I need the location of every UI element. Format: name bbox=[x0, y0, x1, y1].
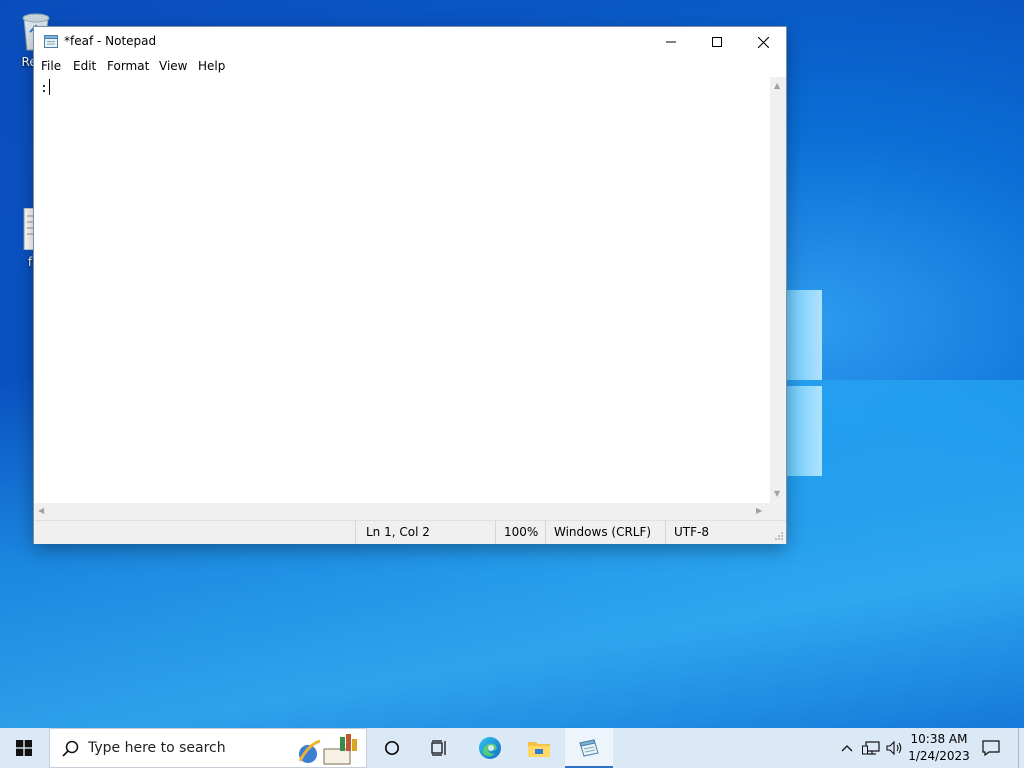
horizontal-scrollbar[interactable]: ◀ ▶ bbox=[34, 503, 770, 520]
show-hidden-icons-button[interactable] bbox=[838, 728, 856, 768]
chevron-up-icon bbox=[841, 745, 853, 752]
edge-browser-icon bbox=[479, 737, 501, 759]
text-editor[interactable]: : bbox=[34, 77, 770, 503]
notepad-app-icon bbox=[44, 35, 58, 48]
vertical-scrollbar[interactable]: ▲ ▼ bbox=[770, 77, 786, 503]
clock-time: 10:38 AM bbox=[910, 732, 968, 746]
windows-wallpaper-logo bbox=[780, 290, 824, 480]
speaker-icon bbox=[886, 740, 902, 756]
show-desktop-button[interactable] bbox=[1018, 728, 1024, 768]
close-button[interactable] bbox=[740, 27, 786, 57]
cortana-circle-icon bbox=[384, 740, 400, 756]
edge-button[interactable] bbox=[468, 728, 512, 768]
minimize-button[interactable] bbox=[648, 27, 694, 57]
menu-edit[interactable]: Edit bbox=[73, 59, 96, 73]
task-view-button[interactable] bbox=[370, 728, 414, 768]
menu-bar: File Edit Format View Help bbox=[34, 57, 786, 77]
task-view-icon bbox=[431, 740, 446, 756]
status-line-ending: Windows (CRLF) bbox=[545, 521, 666, 544]
text-caret bbox=[48, 79, 50, 95]
taskbar: Type here to search 10:38 AM 1/24/2023 bbox=[0, 728, 1024, 768]
close-icon bbox=[757, 36, 769, 48]
network-icon bbox=[862, 741, 880, 755]
maximize-icon bbox=[712, 37, 722, 47]
volume-button[interactable] bbox=[884, 728, 906, 768]
scroll-left-icon[interactable]: ◀ bbox=[38, 506, 44, 515]
menu-format[interactable]: Format bbox=[107, 59, 149, 73]
scroll-down-icon[interactable]: ▼ bbox=[774, 489, 780, 498]
maximize-button[interactable] bbox=[694, 27, 740, 57]
menu-view[interactable]: View bbox=[159, 59, 187, 73]
notepad-taskbar-icon bbox=[579, 739, 599, 757]
resize-grip-icon[interactable] bbox=[774, 531, 784, 541]
menu-help[interactable]: Help bbox=[198, 59, 225, 73]
clock-date: 1/24/2023 bbox=[908, 749, 970, 763]
menu-file[interactable]: File bbox=[41, 59, 61, 73]
timeline-button[interactable] bbox=[418, 728, 462, 768]
action-center-button[interactable] bbox=[976, 728, 1006, 768]
window-title: *feaf - Notepad bbox=[64, 34, 157, 48]
status-encoding: UTF-8 bbox=[665, 521, 770, 544]
scroll-up-icon[interactable]: ▲ bbox=[774, 81, 780, 90]
status-zoom: 100% bbox=[495, 521, 546, 544]
search-placeholder: Type here to search bbox=[88, 740, 226, 756]
scrollbar-corner bbox=[770, 503, 786, 520]
scroll-right-icon[interactable]: ▶ bbox=[756, 506, 762, 515]
taskbar-search-box[interactable]: Type here to search bbox=[49, 728, 367, 768]
editor-content: : bbox=[40, 79, 50, 96]
title-bar[interactable]: *feaf - Notepad bbox=[34, 27, 786, 57]
notepad-taskbar-button[interactable] bbox=[565, 728, 613, 768]
search-highlight-books-icon bbox=[298, 734, 357, 765]
search-icon bbox=[62, 740, 79, 757]
file-explorer-icon bbox=[528, 742, 550, 757]
minimize-icon bbox=[666, 41, 676, 43]
taskbar-clock[interactable]: 10:38 AM 1/24/2023 bbox=[908, 731, 970, 765]
status-position: Ln 1, Col 2 bbox=[355, 521, 496, 544]
status-bar: Ln 1, Col 2 100% Windows (CRLF) UTF-8 bbox=[34, 520, 786, 544]
windows-start-icon bbox=[16, 740, 32, 756]
start-button[interactable] bbox=[0, 728, 48, 768]
network-button[interactable] bbox=[860, 728, 882, 768]
file-explorer-button[interactable] bbox=[517, 728, 561, 768]
editor-text: : bbox=[40, 81, 48, 96]
notification-icon bbox=[982, 740, 1000, 756]
notepad-window: *feaf - Notepad File Edit Format View He… bbox=[34, 27, 786, 544]
